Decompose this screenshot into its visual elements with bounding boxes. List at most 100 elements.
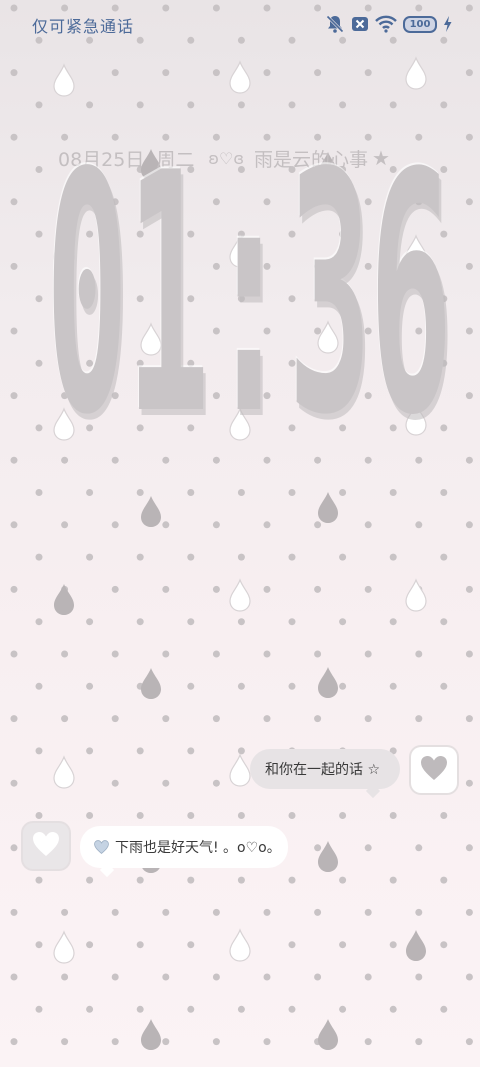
wallpaper-dot — [465, 779, 473, 787]
wallpaper-dot — [86, 941, 94, 949]
wallpaper-dot — [263, 715, 271, 723]
wifi-icon — [375, 15, 397, 33]
wallpaper-dot — [162, 908, 170, 916]
wallpaper-dot — [212, 69, 220, 77]
wallpaper-dot — [10, 198, 18, 206]
raindrop-icon — [53, 63, 75, 97]
wallpaper-dot — [111, 69, 119, 77]
wallpaper-dot — [136, 618, 144, 626]
wallpaper-dot — [415, 1038, 423, 1046]
wallpaper-dot — [339, 876, 347, 884]
wallpaper-dot — [10, 908, 18, 916]
wallpaper-dot — [415, 973, 423, 981]
wallpaper-dot — [187, 682, 195, 690]
wallpaper-dot — [61, 650, 69, 658]
emergency-call-only-label: 仅可紧急通话 — [32, 17, 135, 36]
wallpaper-dot — [10, 69, 18, 77]
raindrop-icon — [406, 930, 426, 961]
wallpaper-dot — [288, 876, 296, 884]
wallpaper-dot — [10, 650, 18, 658]
wallpaper-dot — [111, 521, 119, 529]
wallpaper-dot — [288, 1005, 296, 1013]
wallpaper-dot — [364, 1038, 372, 1046]
wallpaper-dot — [35, 618, 43, 626]
wallpaper-dot — [314, 521, 322, 529]
bell-muted-icon — [325, 14, 345, 34]
wallpaper-dot — [162, 585, 170, 593]
wallpaper-dot — [86, 618, 94, 626]
wallpaper-dot — [440, 682, 448, 690]
wallpaper-dot — [10, 844, 18, 852]
wallpaper-dot — [187, 618, 195, 626]
avatar-left — [23, 823, 69, 869]
heart-icon — [32, 831, 60, 861]
raindrop-icon — [405, 56, 427, 90]
wallpaper-dot — [212, 650, 220, 658]
wallpaper-dot — [465, 715, 473, 723]
wallpaper-dot — [339, 618, 347, 626]
wallpaper-dot — [212, 585, 220, 593]
wallpaper-dot — [389, 876, 397, 884]
wallpaper-dot — [162, 69, 170, 77]
wallpaper-dot — [10, 392, 18, 400]
wallpaper-dot — [440, 1005, 448, 1013]
wallpaper-dot — [314, 908, 322, 916]
wallpaper-dot — [162, 779, 170, 787]
wallpaper-dot — [415, 650, 423, 658]
wallpaper-dot — [10, 715, 18, 723]
wallpaper-dot — [61, 973, 69, 981]
raindrop-icon — [229, 753, 251, 787]
wallpaper-dot — [111, 715, 119, 723]
wallpaper-dot — [364, 585, 372, 593]
wallpaper-dot — [35, 489, 43, 496]
wallpaper-dot — [263, 69, 271, 77]
wallpaper-dot — [389, 1005, 397, 1013]
clock-time: 01:36 — [45, 103, 453, 487]
wallpaper-dot — [314, 715, 322, 723]
wallpaper-dot — [339, 812, 347, 819]
raindrop-icon — [229, 578, 251, 612]
wallpaper-dot — [314, 585, 322, 593]
wallpaper-dot — [465, 585, 473, 593]
wallpaper-dot — [440, 553, 448, 561]
wallpaper-dot — [339, 553, 347, 561]
wallpaper-dot — [111, 779, 119, 787]
wallpaper-dot — [35, 876, 43, 884]
wallpaper-dot — [136, 876, 144, 884]
wallpaper-dot — [389, 682, 397, 690]
wallpaper-dot — [162, 715, 170, 723]
wallpaper-dot — [10, 327, 18, 335]
wallpaper-dot — [364, 973, 372, 981]
wallpaper-dot — [237, 747, 245, 755]
wallpaper-dot — [187, 941, 195, 949]
wallpaper-dot — [314, 69, 322, 77]
blue-heart-icon — [94, 840, 109, 854]
wallpaper-dot — [111, 973, 119, 981]
wallpaper-dot — [35, 101, 43, 109]
wallpaper-dot — [465, 1038, 473, 1046]
wallpaper-dot — [288, 489, 296, 496]
wallpaper-dot — [288, 682, 296, 690]
wallpaper-dot — [263, 1038, 271, 1046]
raindrop-icon — [141, 496, 161, 527]
wallpaper-dot — [263, 585, 271, 593]
wallpaper-dot — [465, 973, 473, 981]
wallpaper-dot — [440, 618, 448, 626]
raindrop-icon — [318, 492, 338, 523]
wallpaper-dot — [35, 941, 43, 949]
wallpaper-dot — [136, 489, 144, 496]
wallpaper-dot — [35, 682, 43, 690]
wallpaper-dot — [314, 844, 322, 852]
wallpaper-dot — [440, 876, 448, 884]
wallpaper-dot — [10, 262, 18, 270]
wallpaper-dot — [61, 521, 69, 529]
wallpaper-dot — [415, 844, 423, 852]
wallpaper-dot — [237, 812, 245, 819]
wallpaper-dot — [263, 908, 271, 916]
wallpaper-dot — [389, 618, 397, 626]
wallpaper-dot — [10, 521, 18, 529]
wallpaper-dot — [61, 1038, 69, 1046]
wallpaper-dot — [339, 1005, 347, 1013]
wallpaper-dot — [86, 489, 94, 496]
wallpaper-dot — [86, 747, 94, 755]
